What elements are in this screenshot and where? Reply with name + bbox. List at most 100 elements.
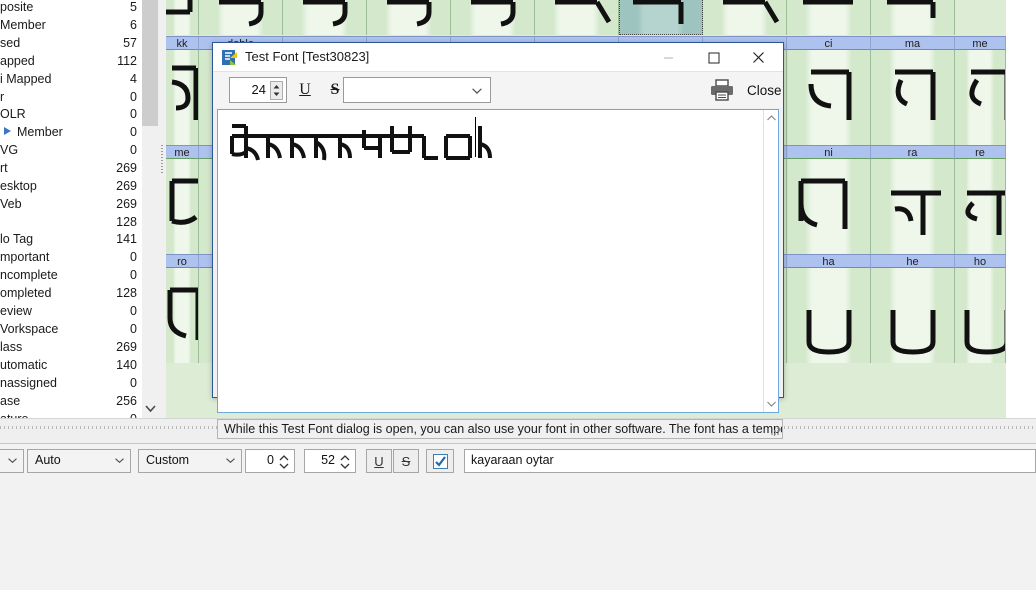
scroll-down-icon[interactable] [767, 401, 776, 407]
close-window-button[interactable] [736, 43, 781, 72]
scroll-up-icon[interactable] [767, 115, 776, 121]
glyph-cell-label[interactable]: re [955, 146, 1006, 160]
glyph-cell-selected[interactable] [619, 0, 703, 35]
glyph-cell-label[interactable]: he [871, 255, 955, 269]
sidebar-item-count: 0 [130, 143, 137, 157]
sidebar-item[interactable]: sed 57 [0, 35, 142, 53]
glyph-cell[interactable] [871, 268, 955, 363]
maximize-button[interactable] [691, 43, 736, 72]
glyph-cell-label[interactable]: ha [787, 255, 871, 269]
underline-button[interactable]: U [366, 449, 392, 473]
glyph-cell[interactable] [787, 50, 871, 145]
sidebar-item[interactable]: Member 6 [0, 17, 142, 35]
sidebar-item-count: 140 [116, 358, 137, 372]
sidebar-item[interactable]: lass 269 [0, 339, 142, 357]
vertical-splitter[interactable] [158, 0, 166, 418]
right-value-stepper[interactable]: 52 [304, 449, 356, 473]
sidebar-item-count: 128 [116, 215, 137, 229]
sidebar-item[interactable]: r 0 [0, 89, 142, 107]
sample-text-input[interactable]: kayaraan oytar [464, 449, 1036, 473]
dialog-underline-button[interactable]: U [293, 78, 317, 102]
glyph-cell[interactable] [955, 159, 1006, 254]
sidebar-item[interactable]: OLR 0 [0, 106, 142, 124]
strikethrough-button[interactable]: S [393, 449, 419, 473]
glyph-cell[interactable] [166, 268, 199, 363]
glyph-cell[interactable] [166, 159, 199, 254]
sidebar-item-count: 256 [116, 394, 137, 408]
glyph-cell[interactable] [451, 0, 535, 35]
glyph-cell-label[interactable]: me [166, 146, 199, 160]
sidebar-item[interactable]: apped 112 [0, 53, 142, 71]
glyph-cell[interactable] [166, 0, 199, 35]
glyph-cell[interactable] [367, 0, 451, 35]
dialog-title-bar[interactable]: Test Font [Test30823] [213, 43, 783, 72]
glyph-cell[interactable] [535, 0, 619, 35]
sidebar-list[interactable]: posite 5 Member 6 sed 57 apped 112 i Map… [0, 0, 142, 418]
resize-grip-icon[interactable] [771, 427, 780, 436]
sidebar-item-label: ompleted [0, 286, 52, 300]
glyph-cell-label[interactable]: kk [166, 37, 199, 51]
sidebar-scrollbar[interactable] [142, 0, 158, 418]
glyph-cell-label[interactable]: ra [871, 146, 955, 160]
stepper-arrows-icon[interactable] [270, 81, 283, 100]
glyph-cell[interactable] [871, 159, 955, 254]
glyph-cell-label[interactable]: ci [787, 37, 871, 51]
sidebar-item[interactable]: Veb 269 [0, 196, 142, 214]
glyph-cell-label[interactable]: me [955, 37, 1006, 51]
checkbox-toggle-button[interactable] [426, 449, 454, 473]
glyph-cell[interactable] [166, 50, 199, 145]
sidebar-item[interactable]: ncomplete 0 [0, 267, 142, 285]
sidebar-item[interactable]: VG 0 [0, 142, 142, 160]
sidebar-item[interactable]: i Mapped 4 [0, 71, 142, 89]
sidebar-item[interactable]: mportant 0 [0, 249, 142, 267]
auto-combo[interactable]: Auto [27, 449, 131, 473]
sidebar-item[interactable]: nassigned 0 [0, 375, 142, 393]
glyph-cell-label[interactable]: ma [871, 37, 955, 51]
sidebar-item[interactable]: ompleted 128 [0, 285, 142, 303]
left-value-stepper[interactable]: 0 [245, 449, 295, 473]
sidebar-item-label: Member [17, 125, 63, 139]
glyph-cell-label[interactable]: ro [166, 255, 199, 269]
glyph-cell[interactable] [199, 0, 283, 35]
sidebar-item[interactable]: utomatic 140 [0, 357, 142, 375]
first-combo[interactable] [0, 449, 24, 473]
sidebar-item-label: r [0, 90, 5, 104]
glyph-cell[interactable] [787, 159, 871, 254]
glyph-cell[interactable] [787, 0, 871, 35]
dialog-font-combo[interactable] [343, 77, 491, 103]
sidebar-item[interactable]: eview 0 [0, 303, 142, 321]
sidebar-item-label: i Mapped [0, 72, 52, 86]
dialog-close-button[interactable]: Close [747, 83, 782, 98]
test-font-dialog[interactable]: Test Font [Test30823] 24 U S Close While… [212, 42, 784, 439]
sidebar-item[interactable]: Member 0 [0, 124, 142, 142]
sidebar-item[interactable]: ase 256 [0, 393, 142, 411]
custom-combo[interactable]: Custom [138, 449, 242, 473]
sidebar-item-count: 0 [130, 322, 137, 336]
font-size-stepper[interactable]: 24 [229, 77, 287, 103]
minimize-button[interactable] [646, 43, 691, 72]
sidebar-item[interactable]: ature 0 [0, 411, 142, 418]
sidebar-item[interactable]: lo Tag 141 [0, 231, 142, 249]
glyph-cell[interactable] [787, 268, 871, 363]
sidebar-item[interactable]: posite 5 [0, 0, 142, 17]
sidebar-item[interactable]: rt 269 [0, 160, 142, 178]
glyph-cell[interactable] [703, 0, 787, 35]
glyph-cell[interactable] [955, 268, 1006, 363]
sidebar-item-count: 269 [116, 197, 137, 211]
sidebar-scrollbar-thumb[interactable] [142, 0, 158, 126]
glyph-cell[interactable] [871, 50, 955, 145]
glyph-cell-label[interactable]: ni [787, 146, 871, 160]
glyph-cell-label[interactable]: ho [955, 255, 1006, 269]
glyph-cell[interactable] [871, 0, 955, 35]
dialog-text-scrollbar[interactable] [763, 110, 778, 412]
glyph-cell[interactable] [283, 0, 367, 35]
sidebar-item-count: 5 [130, 0, 137, 14]
print-button[interactable] [705, 77, 739, 103]
expand-triangle-icon[interactable] [4, 126, 11, 135]
scroll-down-icon[interactable] [142, 398, 158, 418]
sidebar-item[interactable]: 128 [0, 214, 142, 232]
sidebar-item[interactable]: esktop 269 [0, 178, 142, 196]
dialog-text-area[interactable] [217, 109, 779, 413]
glyph-cell[interactable] [955, 50, 1006, 145]
sidebar-item[interactable]: Vorkspace 0 [0, 321, 142, 339]
